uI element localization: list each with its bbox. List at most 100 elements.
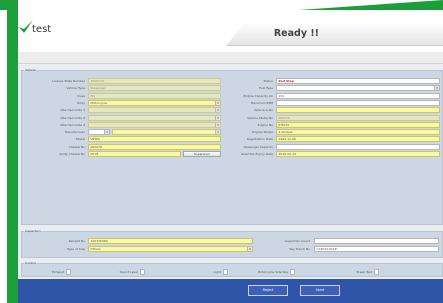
key-punch-field[interactable]: C33005164-E xyxy=(314,246,439,252)
status-label: Status xyxy=(263,79,273,83)
model-value: VESPA xyxy=(90,137,101,142)
verify-chassis-no-field[interactable]: 0078 xyxy=(88,151,181,157)
motorcycle-side-slip-checkbox[interactable] xyxy=(290,269,295,275)
key-punch-label: Key Punch No xyxy=(289,247,310,251)
verify-chassis-no-label: Verify Chassis No xyxy=(59,152,85,156)
sound-level-checkbox[interactable] xyxy=(140,269,145,275)
chevron-down-icon[interactable]: ▾ xyxy=(215,122,220,127)
manufacturer-dropdown[interactable]: ▾ xyxy=(112,129,221,136)
exhaust-label: Exhaust xyxy=(51,270,64,274)
road-tax-expiry-date-value: 2010-06-24 xyxy=(278,152,296,156)
chassis-no-field[interactable]: 000078 xyxy=(88,143,221,150)
motorcycle-side-slip-label: Motorcycle Side Slip xyxy=(257,270,288,274)
manufacturer-label: Manufacturer xyxy=(64,130,85,135)
verify-chassis-no-value: 0078 xyxy=(90,152,99,156)
receipt-field[interactable]: 100726064 xyxy=(88,238,253,244)
engine-capacity-cc-label: Engine Capacity CC xyxy=(243,93,274,98)
attached-code-2-label: Attached Code 2 xyxy=(60,115,85,120)
registration-date-field[interactable]: 1969-12-06 xyxy=(276,136,440,143)
status-field[interactable]: Red Stop xyxy=(276,78,440,84)
chevron-down-icon[interactable]: ▾ xyxy=(104,130,109,135)
vehicle-g-no-label: Vehicle G.No xyxy=(253,108,273,113)
vehicle-g-no-field[interactable] xyxy=(276,107,440,114)
light-checkbox[interactable] xyxy=(223,269,228,275)
type-of-inspection-value: Others xyxy=(90,247,101,251)
chassis-no-label: Chassis No xyxy=(68,144,85,149)
vehicle-model-no-field: 000078 xyxy=(276,114,440,121)
class-value: M1 xyxy=(90,93,96,98)
body-dropdown[interactable]: Motorcycle ▾ xyxy=(88,99,221,106)
engine-stroke-field[interactable]: 4 Strokes xyxy=(276,129,440,136)
attached-code-1-dropdown: ▾ xyxy=(88,107,221,114)
vehicle-model-no-label: Vehicle Model No xyxy=(247,115,273,120)
chassis-no-value: 000078 xyxy=(90,144,102,149)
attached-code-1-label: Attached Code 1 xyxy=(60,108,85,113)
engine-stroke-label: Engine Stroke xyxy=(252,130,273,135)
road-tax-expiry-date-label: Road Tax Expiry Date xyxy=(241,152,273,156)
chevron-down-icon[interactable]: ▾ xyxy=(247,247,252,251)
license-plate-number-label: License Plate Number xyxy=(52,79,85,83)
fuel-type-label: Fuel Type xyxy=(259,86,273,91)
passenger-capacity-field[interactable] xyxy=(276,143,440,150)
sub-toolbar xyxy=(18,52,443,64)
license-plate-number-value: 3000774 xyxy=(90,79,104,83)
vehicle-legend: Vehicle xyxy=(25,68,36,72)
vehicle-type-field: Passenger xyxy=(88,85,221,92)
body-value: Motorcycle xyxy=(90,100,107,105)
status-banner xyxy=(226,24,443,46)
inspection-legend: Inspection xyxy=(25,229,41,233)
logo: test xyxy=(18,15,51,35)
class-field: M1 xyxy=(88,92,221,99)
class-label: Class xyxy=(77,93,85,98)
passenger-capacity-label: Passenger Capacity xyxy=(243,144,273,149)
type-of-inspection-label: Type of Insp xyxy=(67,247,85,251)
left-brand-stripe xyxy=(7,0,18,303)
chevron-down-icon[interactable]: ▾ xyxy=(215,130,220,135)
control-legend: Control xyxy=(25,261,36,265)
maximum-rpm-label: Maximum RPM xyxy=(250,100,273,105)
engine-no-value: JH5070 xyxy=(278,122,290,127)
registration-date-value: 1969-12-06 xyxy=(278,137,296,142)
body-label: Body xyxy=(77,100,85,105)
inspection-count-label: Inspection Count xyxy=(284,239,310,243)
maximum-rpm-field[interactable] xyxy=(276,99,440,106)
model-label: Model xyxy=(75,137,85,142)
chevron-down-icon[interactable]: ▾ xyxy=(215,108,220,113)
registration-date-label: Registration Date xyxy=(246,137,273,142)
status-title: Ready !! xyxy=(273,28,319,39)
break-test-label: Break Test xyxy=(356,270,372,274)
receipt-label: Receipt No xyxy=(68,239,85,243)
model-field[interactable]: VESPA xyxy=(88,136,221,143)
chevron-down-icon[interactable]: ▾ xyxy=(434,86,439,91)
fuel-type-dropdown[interactable]: ▾ xyxy=(276,85,440,92)
exhaust-checkbox[interactable] xyxy=(66,269,71,275)
reject-button[interactable]: Reject xyxy=(248,285,288,296)
chevron-down-icon[interactable]: ▾ xyxy=(215,115,220,120)
road-tax-expiry-date-field[interactable]: 2010-06-24 xyxy=(276,151,440,157)
logo-text: test xyxy=(32,24,52,35)
engine-stroke-value: 4 Strokes xyxy=(278,130,293,135)
app-header: test Ready !! xyxy=(18,10,443,52)
inspection-count-field[interactable] xyxy=(314,238,439,244)
attached-code-3-dropdown: ▾ xyxy=(88,121,221,128)
send-button[interactable]: Send xyxy=(300,285,340,296)
status-value: Red Stop xyxy=(278,79,294,83)
type-of-inspection-dropdown[interactable]: Others ▾ xyxy=(88,246,253,252)
attached-code-2-dropdown: ▾ xyxy=(88,114,221,121)
vehicle-type-label: Vehicle Type xyxy=(66,86,85,91)
engine-capacity-cc-field[interactable]: 150 xyxy=(276,92,440,99)
attached-code-3-label: Attached Code 3 xyxy=(60,122,85,127)
light-label: Light xyxy=(213,270,222,274)
sound-level-label: Sound Level xyxy=(119,270,138,274)
supervisor-button[interactable]: Supervisor xyxy=(183,151,221,157)
vehicle-type-value: Passenger xyxy=(90,86,106,91)
control-group: Control xyxy=(21,261,443,277)
main-content: Vehicle Inspection Receipt No 100726064 … xyxy=(18,64,443,279)
chevron-down-icon[interactable]: ▾ xyxy=(215,100,220,105)
manufacturer-code-dropdown[interactable]: ▾ xyxy=(88,129,110,136)
action-bar: Reject Send xyxy=(18,279,443,303)
break-test-checkbox[interactable] xyxy=(374,269,379,275)
vehicle-model-no-value: 000078 xyxy=(278,115,290,120)
license-plate-number-field: 3000774 xyxy=(88,78,221,84)
engine-no-field[interactable]: JH5070 xyxy=(276,121,440,128)
